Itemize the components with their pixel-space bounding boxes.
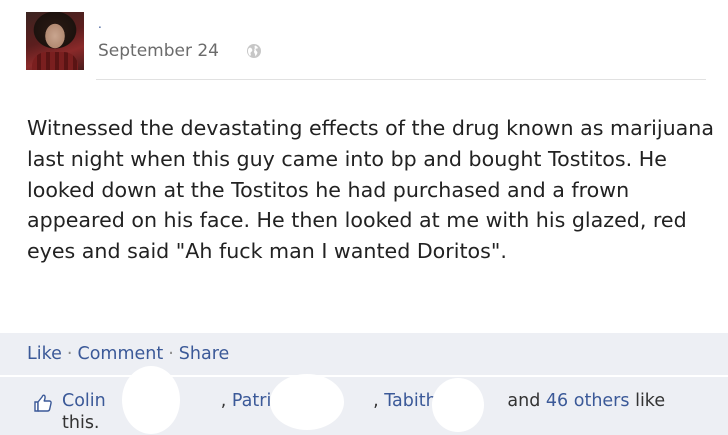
- like-link[interactable]: Like: [27, 344, 62, 364]
- redaction-blob: [270, 374, 344, 430]
- redaction-blob: [122, 366, 180, 434]
- comment-link[interactable]: Comment: [77, 344, 163, 364]
- action-separator: ·: [168, 344, 174, 364]
- globe-icon[interactable]: [246, 43, 262, 59]
- post-actions: Like · Comment · Share: [27, 343, 229, 365]
- avatar-shirt: [32, 52, 78, 70]
- post-body-text: Witnessed the devastating effects of the…: [27, 116, 714, 264]
- others-link[interactable]: 46 others: [546, 391, 630, 411]
- thumbs-up-icon: [34, 394, 52, 412]
- likes-bar: Colin, Patrick, Tabitha and 46 others lik…: [0, 376, 728, 435]
- avatar[interactable]: [26, 12, 84, 70]
- action-bar: Like · Comment · Share: [0, 333, 728, 375]
- header-divider: [96, 79, 706, 80]
- liker-separator: ,: [220, 391, 227, 411]
- likes-and-text: and: [507, 391, 541, 411]
- facebook-post: . September 24 Witnessed the devastating…: [0, 0, 728, 435]
- redaction-blob: [432, 378, 484, 432]
- action-separator: ·: [66, 344, 73, 364]
- post-timestamp[interactable]: September 24: [98, 40, 219, 62]
- author-name[interactable]: .: [98, 18, 102, 30]
- liker-name[interactable]: Colin: [62, 391, 106, 411]
- share-link[interactable]: Share: [179, 344, 230, 364]
- liker-separator: ,: [373, 391, 379, 411]
